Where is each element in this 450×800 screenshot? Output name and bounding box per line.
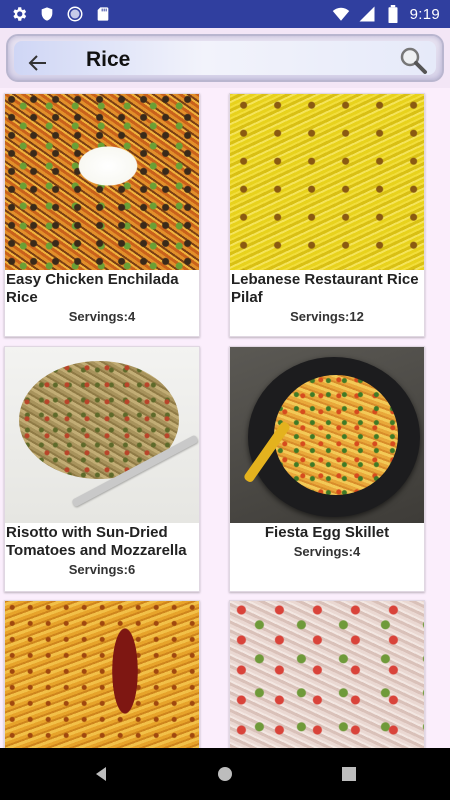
gear-icon	[10, 5, 28, 23]
recents-icon[interactable]	[337, 762, 361, 786]
skillet-food	[274, 375, 398, 495]
status-time: 9:19	[409, 5, 440, 23]
recipe-servings: Servings:4	[68, 309, 136, 324]
recipe-photo	[230, 94, 424, 270]
recipe-card[interactable]: Risotto with Sun-Dried Tomatoes and Mozz…	[4, 346, 200, 592]
recipe-card[interactable]: Easy Chicken Enchilada Rice Servings:4	[4, 93, 200, 337]
recipe-photo	[5, 601, 199, 748]
recipe-title: Fiesta Egg Skillet	[264, 524, 390, 541]
recipe-grid: Easy Chicken Enchilada Rice Servings:4 L…	[0, 88, 450, 748]
recipe-card[interactable]	[4, 600, 200, 748]
home-icon[interactable]	[213, 762, 237, 786]
recipe-photo	[5, 94, 199, 270]
shield-icon	[38, 5, 56, 23]
recipe-servings: Servings:12	[290, 309, 364, 324]
status-bar: 9:19	[0, 0, 450, 28]
recipe-photo	[230, 601, 424, 748]
wifi-icon	[332, 5, 350, 23]
recipe-title: Lebanese Restaurant Rice Pilaf	[231, 271, 419, 306]
recipe-card[interactable]	[229, 600, 425, 748]
recipe-title: Easy Chicken Enchilada Rice	[6, 271, 179, 306]
search-field-background: Rice	[14, 41, 436, 75]
search-icon[interactable]	[398, 45, 428, 75]
recipe-card[interactable]: Fiesta Egg Skillet Servings:4	[229, 346, 425, 592]
recipe-photo	[230, 347, 424, 523]
circle-icon	[66, 5, 84, 23]
sd-card-icon	[94, 5, 112, 23]
recipe-servings: Servings:6	[68, 562, 136, 577]
search-app-bar: Rice	[0, 28, 450, 88]
recipe-card[interactable]: Lebanese Restaurant Rice Pilaf Servings:…	[229, 93, 425, 337]
search-input[interactable]: Rice	[86, 48, 130, 72]
recipe-photo	[5, 347, 199, 523]
back-icon[interactable]	[89, 762, 113, 786]
back-arrow-icon[interactable]	[26, 51, 50, 75]
search-bar: Rice	[6, 34, 444, 82]
recipe-servings: Servings:4	[293, 544, 361, 559]
recipe-title: Risotto with Sun-Dried Tomatoes and Mozz…	[6, 524, 187, 559]
navigation-bar	[0, 748, 450, 800]
battery-icon	[384, 5, 402, 23]
signal-icon	[358, 5, 376, 23]
